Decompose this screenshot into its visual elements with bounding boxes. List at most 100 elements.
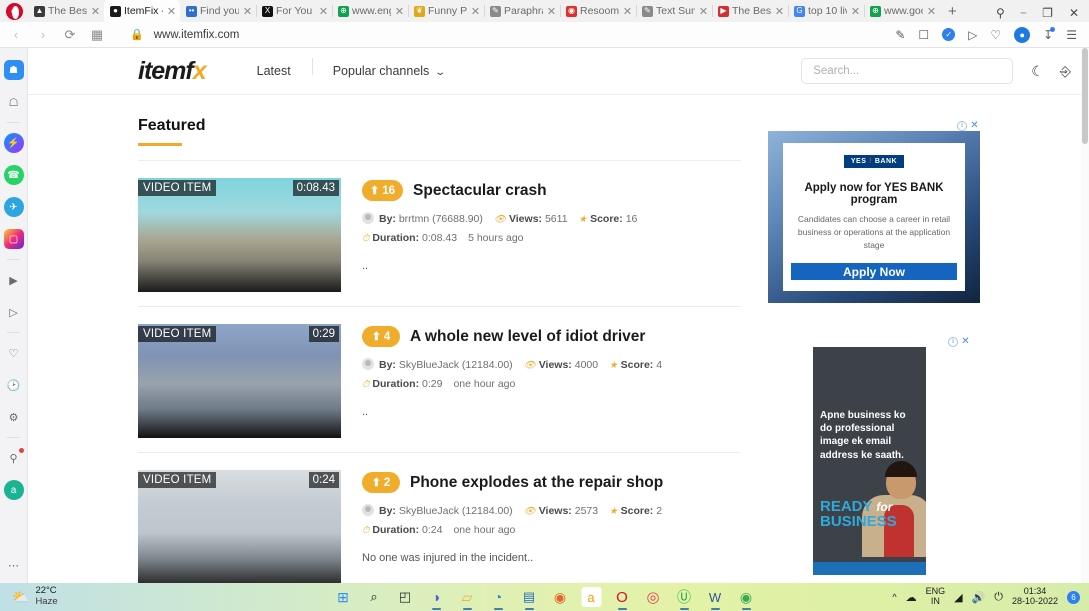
- user-account-icon[interactable]: ⎆: [1060, 63, 1071, 80]
- start-button[interactable]: ⊞: [333, 587, 353, 607]
- search-input[interactable]: Search...: [801, 58, 1014, 84]
- profile-avatar-icon[interactable]: ●: [1014, 26, 1031, 43]
- nav-popular-channels[interactable]: Popular channels ⌄: [311, 58, 466, 78]
- download-icon[interactable]: ↧: [1043, 26, 1056, 42]
- browser-tab[interactable]: ••Find your✕: [180, 0, 256, 22]
- menu-icon[interactable]: ☰: [1066, 28, 1077, 42]
- ad-ready-for-business[interactable]: Apne business ko do professional image e…: [813, 347, 926, 575]
- vpn-send-icon[interactable]: ▷: [4, 302, 24, 322]
- minimize-icon[interactable]: ━: [1021, 8, 1026, 19]
- opera-home-icon[interactable]: ☗: [3, 60, 24, 80]
- bookmarks-icon[interactable]: ☖: [4, 92, 24, 112]
- history-clock-icon[interactable]: 🕑: [4, 375, 24, 395]
- taskbar-amazon[interactable]: a: [581, 587, 601, 607]
- taskbar-firefox[interactable]: ◉: [550, 587, 570, 607]
- battery-icon[interactable]: ⏻: [994, 591, 1003, 604]
- taskbar-utorrent[interactable]: Ⓤ: [674, 587, 694, 607]
- tab-close-icon[interactable]: ✕: [242, 5, 253, 18]
- ad-close-icon[interactable]: ✕: [960, 337, 971, 347]
- volume-icon[interactable]: 🔊: [972, 591, 986, 604]
- amazon-icon[interactable]: a: [3, 480, 24, 500]
- new-tab-button[interactable]: +: [940, 2, 965, 22]
- ad-yes-bank[interactable]: YES / BANK Apply now for YES BANK progra…: [768, 131, 980, 303]
- browser-tab[interactable]: ▲ The Best ✕: [28, 0, 104, 22]
- browser-tab[interactable]: ● ItemFix - ✕: [104, 0, 180, 22]
- video-list-item[interactable]: VIDEO ITEM 0:29 ⬆ 4 A whole new level of idi…: [138, 307, 750, 438]
- browser-tab[interactable]: ❦ Funny Pi ✕: [408, 0, 484, 22]
- ad-info-icon[interactable]: i: [948, 337, 958, 347]
- back-icon[interactable]: ‹: [8, 27, 24, 42]
- video-thumbnail[interactable]: VIDEO ITEM 0:29: [138, 324, 341, 438]
- onedrive-icon[interactable]: ☁: [906, 591, 917, 604]
- vote-badge[interactable]: ⬆ 4: [362, 326, 400, 347]
- tab-close-icon[interactable]: ✕: [470, 5, 481, 18]
- itemfix-logo[interactable]: itemfx: [138, 57, 207, 86]
- taskbar-edge[interactable]: ◔: [488, 587, 508, 607]
- language-indicator[interactable]: ENG IN: [926, 587, 946, 606]
- browser-tab[interactable]: ⊕ www.goo ✕: [864, 0, 940, 22]
- tab-close-icon[interactable]: ✕: [166, 5, 177, 18]
- player-icon[interactable]: ▶: [4, 270, 24, 290]
- ad-close-icon[interactable]: ✕: [969, 121, 980, 131]
- forward-icon[interactable]: ›: [35, 27, 51, 42]
- reload-icon[interactable]: ⟳: [62, 27, 78, 43]
- apply-now-button[interactable]: Apply Now: [791, 263, 957, 280]
- wifi-icon[interactable]: ◢: [954, 591, 962, 604]
- camera-icon[interactable]: ☐: [918, 28, 929, 42]
- browser-tab[interactable]: ◉Resoome✕: [560, 0, 636, 22]
- video-title[interactable]: Spectacular crash: [413, 182, 547, 200]
- vote-badge[interactable]: ⬆ 2: [362, 472, 400, 493]
- ad-info-icon[interactable]: i: [957, 121, 967, 131]
- taskbar-chrome[interactable]: ◉: [736, 587, 756, 607]
- restore-icon[interactable]: ❐: [1042, 6, 1053, 20]
- browser-tab[interactable]: ⊕ www.eng ✕: [332, 0, 408, 22]
- scrollbar-thumb[interactable]: [1082, 48, 1088, 144]
- video-thumbnail[interactable]: VIDEO ITEM 0:08.43: [138, 178, 341, 292]
- notification-badge[interactable]: 6: [1067, 590, 1080, 604]
- verified-badge-icon[interactable]: ✓: [942, 28, 956, 41]
- snapshot-icon[interactable]: ✎: [895, 28, 905, 42]
- taskbar-file-explorer[interactable]: ▱: [457, 587, 477, 607]
- url-bar[interactable]: 🔒 www.itemfix.com: [116, 28, 884, 42]
- tab-close-icon[interactable]: ✕: [850, 5, 861, 18]
- show-hidden-icons[interactable]: ^: [892, 592, 896, 602]
- browser-tab[interactable]: ✎Text Sum✕: [636, 0, 712, 22]
- tab-close-icon[interactable]: ✕: [318, 5, 329, 18]
- video-thumbnail[interactable]: VIDEO ITEM 0:24: [138, 470, 341, 583]
- tips-bulb-icon[interactable]: ⚲: [4, 448, 24, 468]
- tab-close-icon[interactable]: ✕: [622, 5, 633, 18]
- video-list-item[interactable]: VIDEO ITEM 0:24 ⬆ 2 Phone explodes at the re…: [138, 453, 750, 583]
- browser-tab[interactable]: ✎ Paraphra ✕: [484, 0, 560, 22]
- taskbar-weather-widget[interactable]: ⛅ 22°C Haze: [0, 585, 58, 608]
- tab-close-icon[interactable]: ✕: [394, 5, 405, 18]
- browser-tab[interactable]: X For You - ✕: [256, 0, 332, 22]
- whatsapp-icon[interactable]: ☎: [3, 165, 24, 185]
- page-scrollbar[interactable]: [1081, 48, 1089, 583]
- favorites-heart-icon[interactable]: ♡: [4, 343, 24, 363]
- tab-close-icon[interactable]: ✕: [774, 5, 785, 18]
- instagram-icon[interactable]: ▢: [3, 229, 24, 249]
- taskbar-taskview[interactable]: ◰: [395, 587, 415, 607]
- messenger-icon[interactable]: ⚡: [3, 133, 24, 153]
- dark-mode-moon-icon[interactable]: ☾: [1031, 63, 1044, 80]
- taskbar-word[interactable]: W: [705, 587, 725, 607]
- video-title[interactable]: A whole new level of idiot driver: [410, 328, 645, 346]
- heart-icon[interactable]: ♡: [990, 28, 1001, 42]
- video-list-item[interactable]: VIDEO ITEM 0:08.43 ⬆ 16 Spectacular crash By:…: [138, 161, 750, 292]
- settings-gear-icon[interactable]: ⚙: [4, 407, 24, 427]
- nav-latest[interactable]: Latest: [236, 64, 312, 78]
- more-dots-icon[interactable]: ⋯: [4, 555, 24, 575]
- browser-tab[interactable]: ▶ The Best ✕: [712, 0, 788, 22]
- tab-close-icon[interactable]: ✕: [698, 5, 709, 18]
- taskbar-opera-gx[interactable]: ◎: [643, 587, 663, 607]
- telegram-icon[interactable]: ✈: [3, 197, 24, 217]
- send-icon[interactable]: ▷: [968, 28, 977, 42]
- taskbar-opera[interactable]: O: [612, 587, 632, 607]
- taskbar-store[interactable]: ▤: [519, 587, 539, 607]
- opera-logo-icon[interactable]: [6, 3, 23, 20]
- tab-close-icon[interactable]: ✕: [90, 5, 101, 18]
- vote-badge[interactable]: ⬆ 16: [362, 180, 404, 201]
- tab-close-icon[interactable]: ✕: [546, 5, 557, 18]
- browser-tab[interactable]: Gtop 10 liv ✕: [788, 0, 864, 22]
- titlebar-search-icon[interactable]: ⚲: [996, 6, 1005, 20]
